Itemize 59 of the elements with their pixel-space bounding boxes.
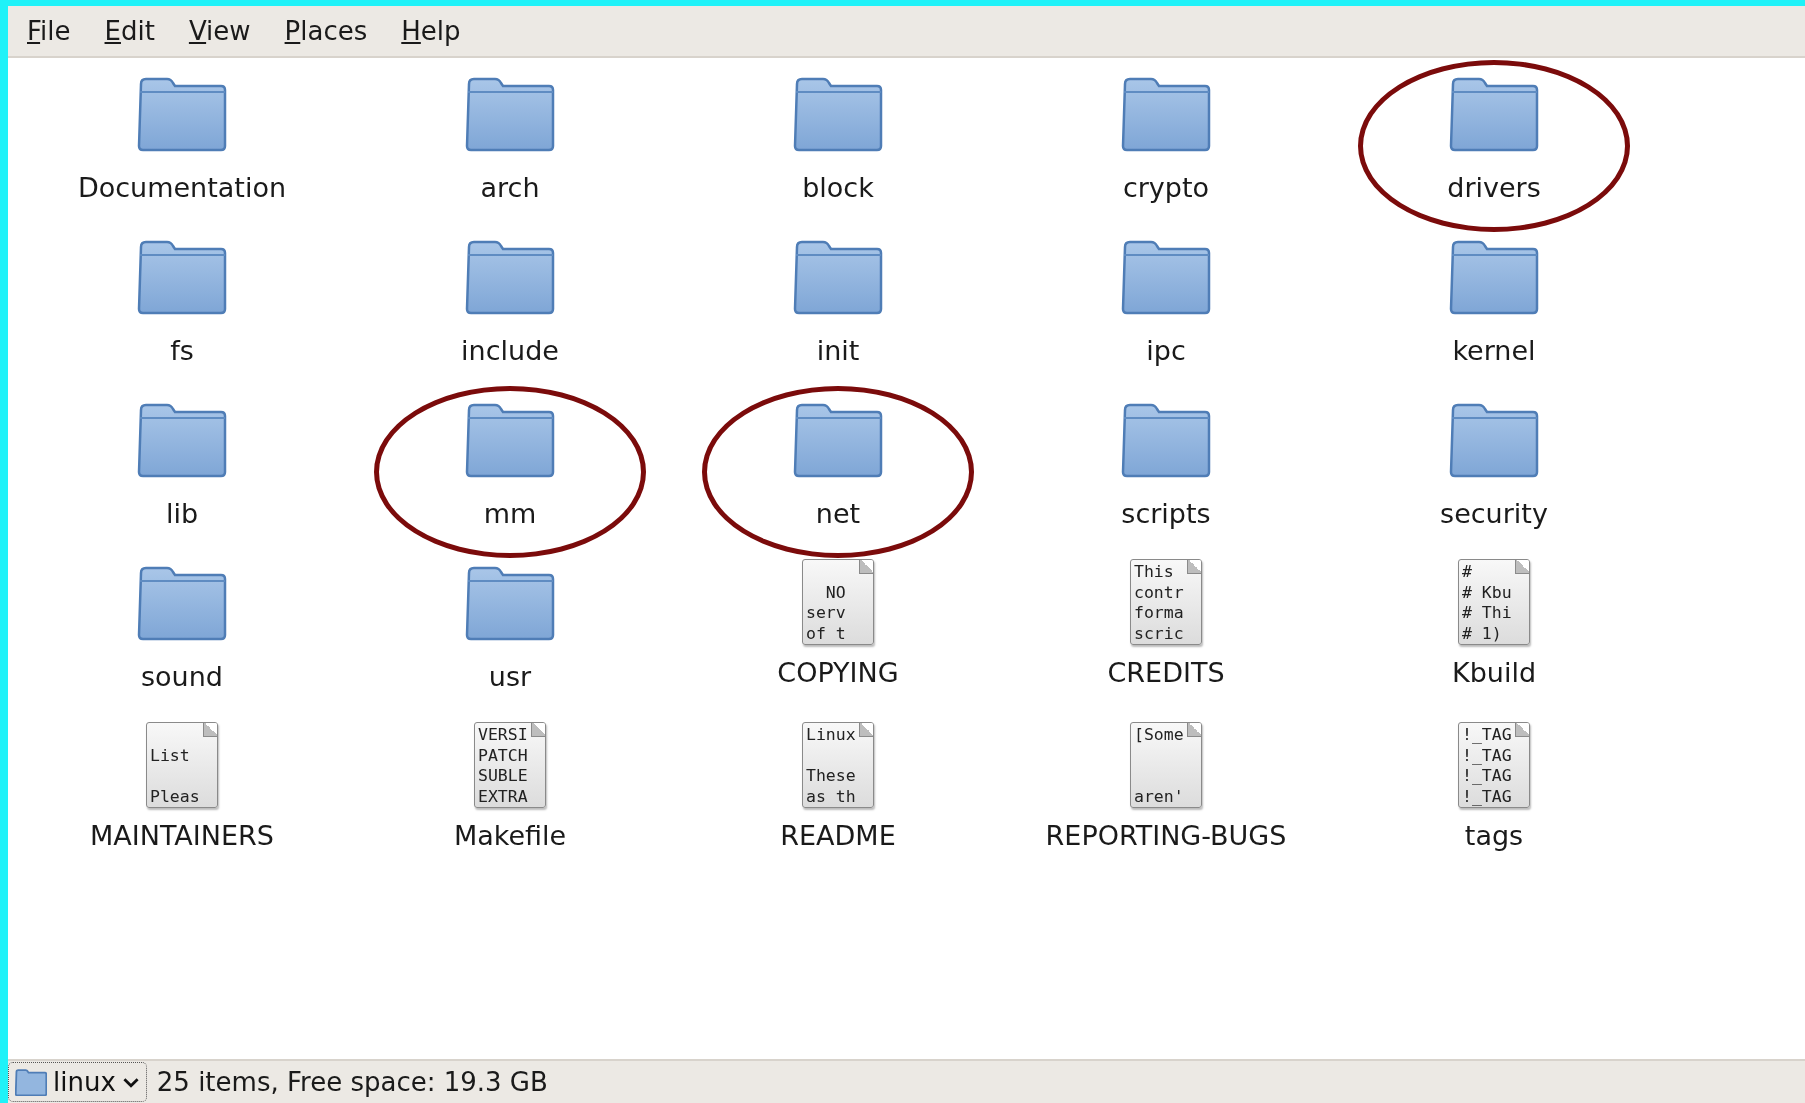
text-file-icon[interactable]: NO serv of t [802, 559, 874, 645]
folder-icon[interactable] [793, 402, 883, 478]
folder-icon[interactable] [1449, 239, 1539, 315]
file-name[interactable]: CREDITS [1107, 657, 1225, 688]
folder-icon[interactable] [465, 76, 555, 152]
file-name[interactable]: ipc [1146, 335, 1186, 366]
folder-icon[interactable] [793, 76, 883, 152]
file-name[interactable]: fs [170, 335, 194, 366]
text-file-icon[interactable]: [Some aren' [1130, 722, 1202, 808]
file-name[interactable]: MAINTAINERS [90, 820, 274, 851]
file-name[interactable]: block [802, 172, 874, 203]
file-name[interactable]: usr [488, 661, 532, 692]
folder-icon[interactable] [1121, 76, 1211, 152]
file-name[interactable]: arch [480, 172, 540, 203]
file-name[interactable]: crypto [1122, 172, 1210, 203]
file-name[interactable]: kernel [1452, 335, 1536, 366]
file-name[interactable]: include [461, 335, 559, 366]
folder-icon[interactable] [465, 239, 555, 315]
text-file-icon[interactable]: This contr forma scric [1130, 559, 1202, 645]
text-file-icon[interactable]: List Pleas [146, 722, 218, 808]
folder-icon [15, 1068, 47, 1096]
menu-item[interactable]: View [186, 12, 253, 50]
folder-icon[interactable] [465, 565, 555, 641]
menu-item[interactable]: File [25, 12, 73, 50]
file-name[interactable]: tags [1464, 820, 1524, 851]
folder-icon[interactable] [137, 565, 227, 641]
menu-item[interactable]: Places [282, 12, 370, 50]
file-name[interactable]: init [816, 335, 860, 366]
file-name[interactable]: REPORTING-BUGS [1045, 820, 1287, 851]
folder-icon[interactable] [793, 239, 883, 315]
file-name[interactable]: mm [483, 498, 537, 529]
folder-icon[interactable] [137, 402, 227, 478]
menu-item[interactable]: Edit [102, 12, 157, 50]
location-button[interactable]: linux [8, 1062, 147, 1102]
text-file-icon[interactable]: # # Kbu # Thi # 1) [1458, 559, 1530, 645]
file-name[interactable]: README [780, 820, 896, 851]
folder-icon[interactable] [137, 239, 227, 315]
file-name[interactable]: sound [141, 661, 223, 692]
caret-icon [121, 1076, 140, 1088]
file-name[interactable]: net [815, 498, 861, 529]
folder-icon[interactable] [1121, 239, 1211, 315]
folder-icon[interactable] [465, 402, 555, 478]
file-name[interactable]: Kbuild [1451, 657, 1537, 688]
folder-icon[interactable] [1121, 402, 1211, 478]
text-file-icon[interactable]: Linux These as th [802, 722, 874, 808]
text-file-icon[interactable]: !_TAG !_TAG !_TAG !_TAG [1458, 722, 1530, 808]
file-name[interactable]: COPYING [777, 657, 899, 688]
text-file-icon[interactable]: VERSI PATCH SUBLE EXTRA [474, 722, 546, 808]
file-name[interactable]: Makefile [453, 820, 567, 851]
file-name[interactable]: scripts [1121, 498, 1211, 529]
file-name[interactable]: lib [165, 498, 199, 529]
menu-item[interactable]: Help [399, 12, 463, 50]
folder-icon[interactable] [1449, 76, 1539, 152]
folder-icon[interactable] [1449, 402, 1539, 478]
file-name[interactable]: drivers [1447, 172, 1541, 203]
status-text: 25 items, Free space: 19.3 GB [156, 1067, 548, 1097]
file-name[interactable]: Documentation [77, 172, 287, 203]
folder-icon[interactable] [137, 76, 227, 152]
file-name[interactable]: security [1440, 498, 1548, 529]
